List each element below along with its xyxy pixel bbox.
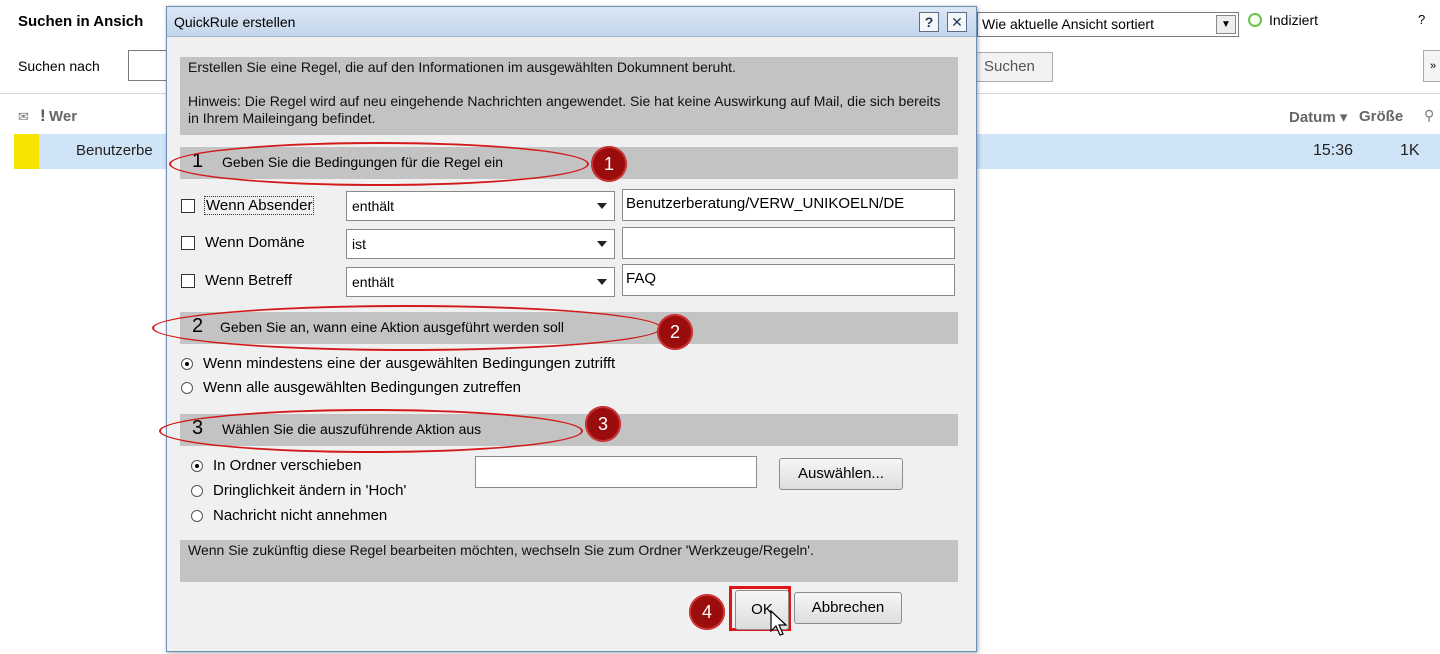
option-label: In Ordner verschieben <box>213 457 362 474</box>
radio-unselected[interactable] <box>191 485 203 497</box>
column-importance[interactable]: ! <box>40 106 46 126</box>
help-icon[interactable]: ? <box>919 12 939 32</box>
annotation-oval-3 <box>159 409 583 453</box>
column-date[interactable]: Datum ▾ <box>1289 108 1347 126</box>
mail-size: 1K <box>1400 142 1420 159</box>
envelope-icon: ✉ <box>18 109 29 124</box>
option-label: Wenn mindestens eine der ausgewählten Be… <box>203 355 616 372</box>
condition-label[interactable]: Wenn Domäne <box>205 234 305 251</box>
intro-text: Erstellen Sie eine Regel, die auf den In… <box>180 57 958 135</box>
step-badge-2: 2 <box>657 314 693 350</box>
cancel-button[interactable]: Abbrechen <box>794 592 902 624</box>
annotation-oval-1 <box>169 142 589 186</box>
condition-label[interactable]: Wenn Absender <box>203 196 315 215</box>
step-badge-4: 4 <box>689 594 725 630</box>
sender-checkbox[interactable] <box>181 199 195 213</box>
condition-label[interactable]: Wenn Betreff <box>205 272 292 289</box>
indexed-label: Indiziert <box>1269 12 1319 28</box>
subject-operator-select[interactable]: enthält <box>346 267 615 297</box>
folder-input[interactable] <box>475 456 757 488</box>
radio-unselected[interactable] <box>181 382 193 394</box>
status-circle-icon <box>1248 13 1262 27</box>
sender-operator-select[interactable]: enthält <box>346 191 615 221</box>
mouse-cursor-icon <box>770 610 788 636</box>
dialog-title: QuickRule erstellen <box>174 14 296 30</box>
mail-time: 15:36 <box>1313 142 1354 159</box>
option-label: Wenn alle ausgewählten Bedingungen zutre… <box>203 379 522 396</box>
chevron-down-icon <box>597 279 607 285</box>
column-size[interactable]: Größe <box>1359 108 1403 125</box>
domain-operator-value: ist <box>352 236 366 252</box>
quickrule-dialog: QuickRule erstellen ? ✕ Erstellen Sie ei… <box>152 6 977 652</box>
close-icon[interactable]: ✕ <box>947 12 967 32</box>
radio-selected[interactable] <box>191 460 203 472</box>
attachment-icon[interactable]: ⚲ <box>1424 107 1434 124</box>
radio-selected[interactable] <box>181 358 193 370</box>
mail-sender: Benutzerbe <box>76 142 153 159</box>
expand-icon[interactable]: » <box>1423 50 1440 82</box>
chevron-down-icon[interactable]: ▼ <box>1216 15 1236 34</box>
indexed-status: Indiziert <box>1248 12 1318 28</box>
step-badge-1: 1 <box>591 146 627 182</box>
domain-value-input[interactable] <box>622 227 955 259</box>
sort-order-value: Wie aktuelle Ansicht sortiert <box>982 16 1154 32</box>
choose-folder-button[interactable]: Auswählen... <box>779 458 903 490</box>
sender-value-input[interactable]: Benutzerberatung/VERW_UNIKOELN/DE <box>622 189 955 221</box>
subject-checkbox[interactable] <box>181 274 195 288</box>
option-label: Nachricht nicht annehmen <box>213 507 388 524</box>
option-label: Dringlichkeit ändern in 'Hoch' <box>213 482 407 499</box>
sort-order-select[interactable]: Wie aktuelle Ansicht sortiert ▼ <box>977 12 1239 37</box>
domain-operator-select[interactable]: ist <box>346 229 615 259</box>
search-view-title: Suchen in Ansich <box>18 13 144 30</box>
dialog-titlebar[interactable]: QuickRule erstellen ? ✕ <box>167 7 976 37</box>
subject-operator-value: enthält <box>352 274 395 290</box>
search-button[interactable]: Suchen <box>975 52 1053 82</box>
intro-line-2: Hinweis: Die Regel wird auf neu eingehen… <box>188 93 941 126</box>
radio-unselected[interactable] <box>191 510 203 522</box>
chevron-down-icon <box>597 203 607 209</box>
step-badge-3: 3 <box>585 406 621 442</box>
search-label: Suchen nach <box>18 58 100 74</box>
chevron-down-icon <box>597 241 607 247</box>
footer-note: Wenn Sie zukünftig diese Regel bearbeite… <box>180 540 958 582</box>
help-button[interactable]: ? <box>1418 12 1425 27</box>
sender-operator-value: enthält <box>352 198 395 214</box>
intro-line-1: Erstellen Sie eine Regel, die auf den In… <box>188 59 736 75</box>
domain-checkbox[interactable] <box>181 236 195 250</box>
column-who[interactable]: Wer <box>49 108 77 125</box>
annotation-oval-2 <box>152 305 662 351</box>
unread-flag <box>14 134 39 169</box>
subject-value-input[interactable]: FAQ <box>622 264 955 296</box>
